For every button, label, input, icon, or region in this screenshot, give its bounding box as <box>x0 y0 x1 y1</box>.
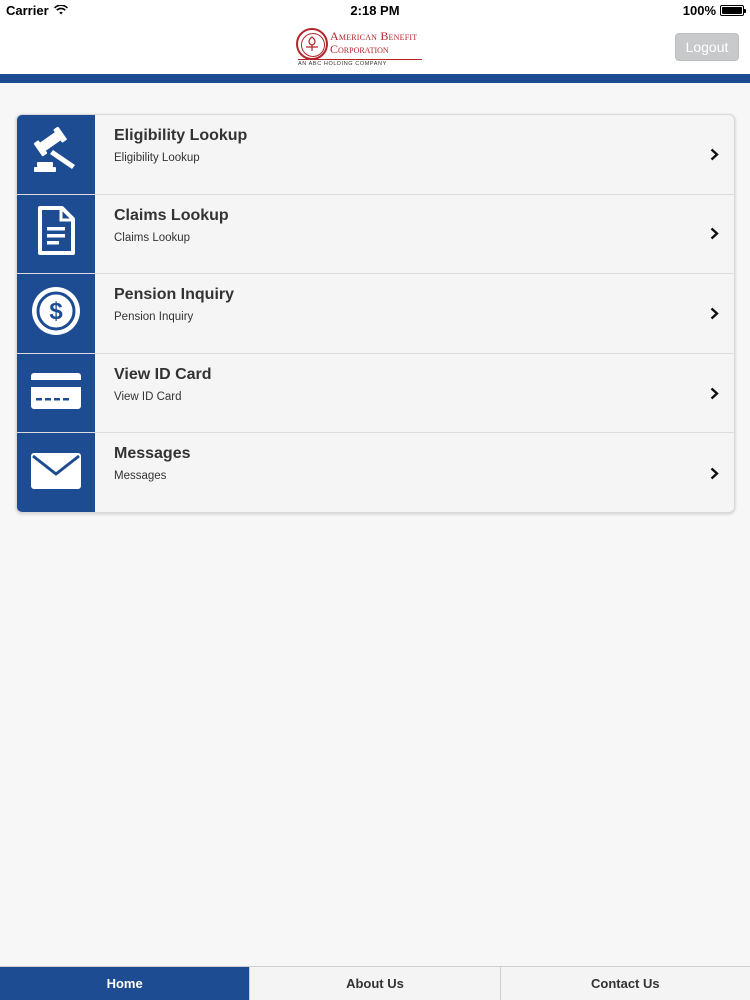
logo-seal-icon <box>296 28 328 60</box>
battery-icon <box>720 5 746 16</box>
menu-item-claims-lookup[interactable]: Claims Lookup Claims Lookup <box>17 194 734 275</box>
header-accent-band <box>0 74 750 83</box>
menu-icon-box <box>17 194 95 274</box>
menu-item-title: View ID Card <box>114 365 212 383</box>
dollar-coin-icon: $ <box>30 285 82 342</box>
chevron-right-icon <box>708 306 720 320</box>
battery-indicator: 100% <box>682 3 746 18</box>
menu-item-subtitle: Claims Lookup <box>114 231 191 244</box>
tab-contact-us[interactable]: Contact Us <box>501 967 750 1000</box>
svg-text:$: $ <box>49 298 63 325</box>
menu-item-subtitle: View ID Card <box>114 390 182 403</box>
main-menu-list: Eligibility Lookup Eligibility Lookup Cl… <box>16 114 735 513</box>
bottom-tab-bar: Home About Us Contact Us <box>0 966 750 1000</box>
menu-item-title: Eligibility Lookup <box>114 127 248 144</box>
envelope-icon <box>30 451 82 496</box>
app-header: American Benefit Corporation AN ABC HOLD… <box>0 22 750 74</box>
logout-button[interactable]: Logout <box>675 33 739 61</box>
menu-item-title: Pension Inquiry <box>114 286 235 304</box>
menu-icon-box <box>17 353 95 433</box>
menu-item-view-id-card[interactable]: View ID Card View ID Card <box>17 353 734 434</box>
logo-tagline: AN ABC HOLDING COMPANY <box>298 61 387 67</box>
menu-item-messages[interactable]: Messages Messages <box>17 433 734 512</box>
menu-icon-box <box>17 115 95 194</box>
chevron-right-icon <box>708 227 720 241</box>
document-icon <box>36 206 76 261</box>
id-card-icon <box>30 371 82 416</box>
menu-item-subtitle: Eligibility Lookup <box>114 152 200 164</box>
menu-item-subtitle: Messages <box>114 470 167 483</box>
logo-rule <box>298 59 422 60</box>
chevron-right-icon <box>708 466 720 480</box>
menu-icon-box <box>17 433 95 512</box>
logo-text-line2: Corporation <box>330 42 389 56</box>
battery-percent: 100% <box>682 3 716 18</box>
clock: 2:18 PM <box>350 3 400 18</box>
tab-about-us[interactable]: About Us <box>250 967 501 1000</box>
menu-item-title: Messages <box>114 445 191 463</box>
tab-home[interactable]: Home <box>0 967 251 1000</box>
menu-item-title: Claims Lookup <box>114 206 229 224</box>
menu-item-eligibility-lookup[interactable]: Eligibility Lookup Eligibility Lookup <box>17 115 734 195</box>
gavel-icon <box>30 126 82 182</box>
company-logo: American Benefit Corporation AN ABC HOLD… <box>296 26 432 68</box>
menu-item-subtitle: Pension Inquiry <box>114 311 194 324</box>
chevron-right-icon <box>708 386 720 400</box>
chevron-right-icon <box>708 147 720 161</box>
status-bar: Carrier 2:18 PM 100% <box>0 0 750 22</box>
menu-item-pension-inquiry[interactable]: $ Pension Inquiry Pension Inquiry <box>17 274 734 354</box>
menu-icon-box: $ <box>17 274 95 353</box>
